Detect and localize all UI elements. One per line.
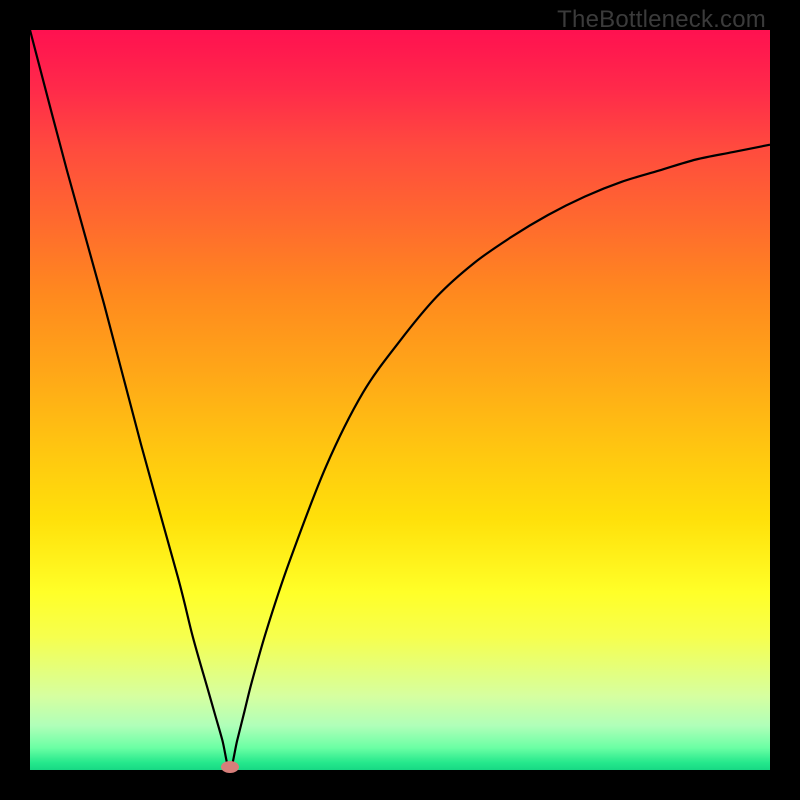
bottleneck-curve bbox=[30, 30, 770, 770]
plot-area bbox=[30, 30, 770, 770]
chart-frame: TheBottleneck.com bbox=[0, 0, 800, 800]
watermark-text: TheBottleneck.com bbox=[557, 6, 766, 34]
optimum-marker bbox=[221, 761, 239, 773]
